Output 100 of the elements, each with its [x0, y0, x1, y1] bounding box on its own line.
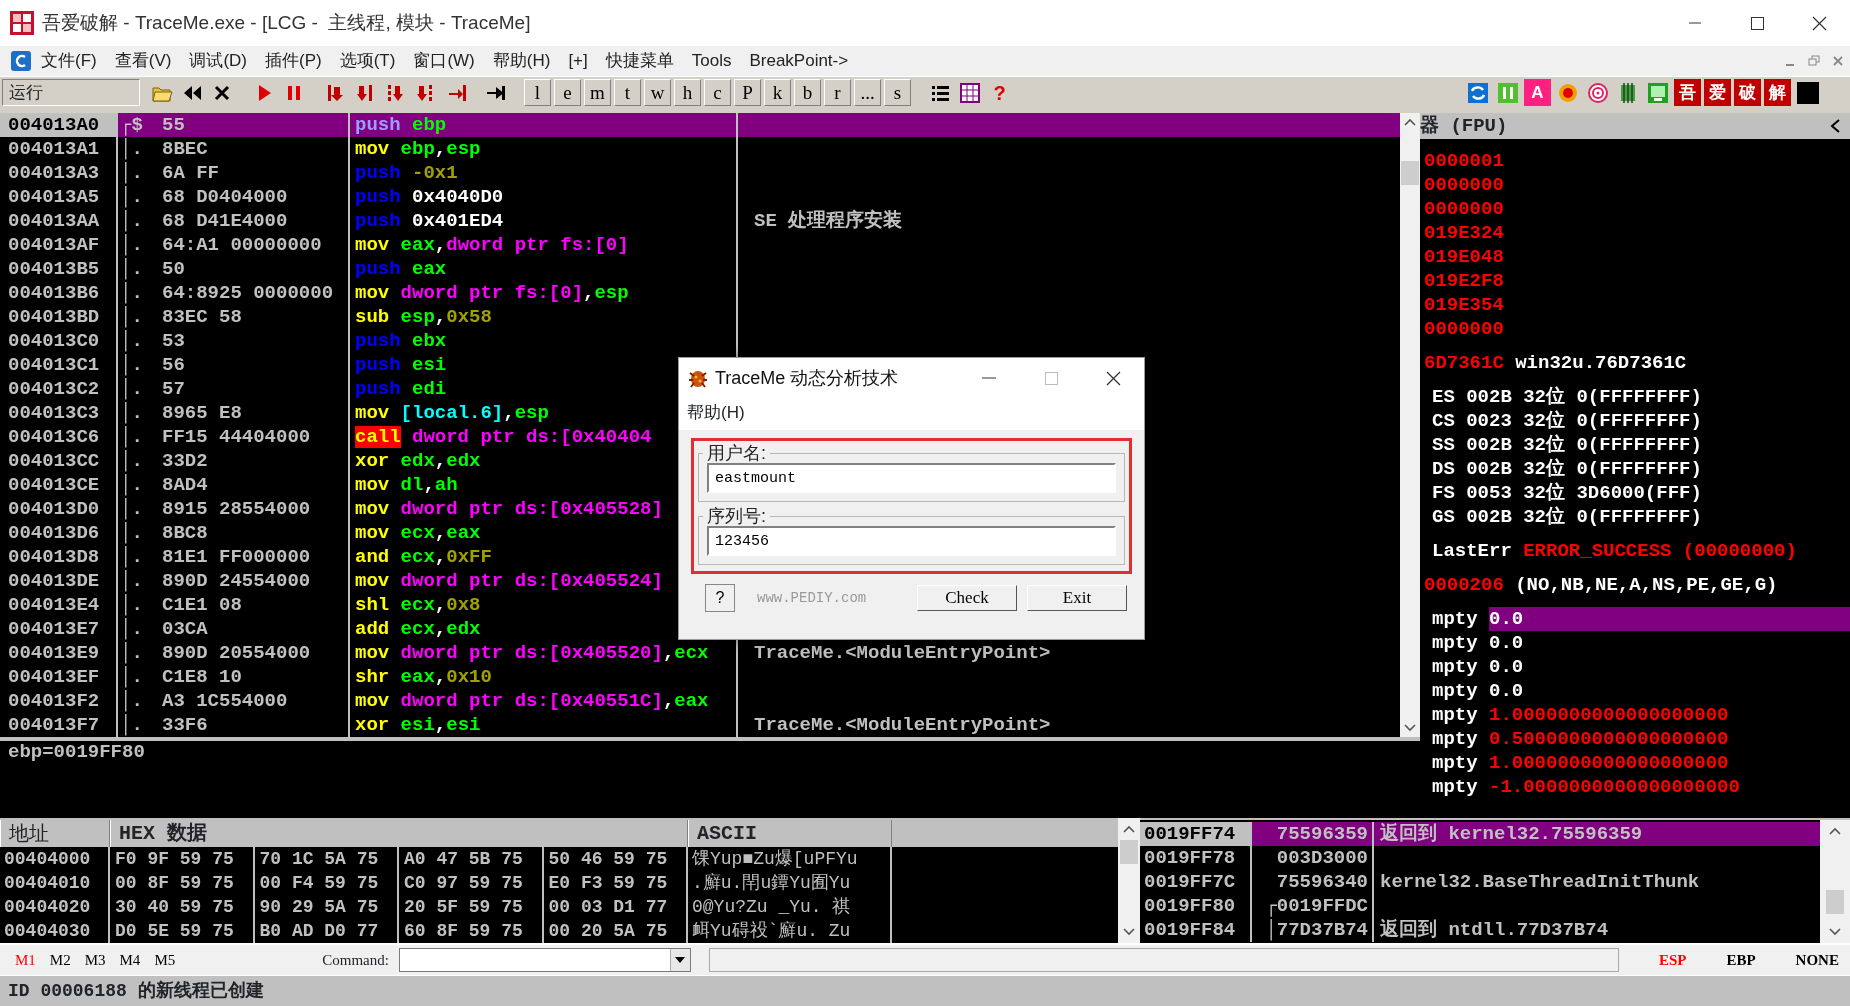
menu-item[interactable]: BreakPoint->	[740, 48, 858, 74]
plugin-button[interactable]: 爱	[1704, 79, 1731, 106]
mark-tab[interactable]: M3	[77, 948, 113, 972]
stack-row[interactable]: 0019FF74 75596359 返回到 kernel32.75596359	[1140, 822, 1820, 846]
close-icon[interactable]	[1104, 369, 1122, 387]
stack-row[interactable]: 0019FF7C 75596340 kernel32.BaseThreadInitThunk	[1140, 870, 1820, 894]
opcode-cell: 6A FF	[162, 161, 350, 185]
toolbar-letter-button[interactable]: m	[584, 79, 611, 106]
menu-item[interactable]: 查看(V)	[105, 48, 181, 74]
close-icon[interactable]	[1810, 14, 1828, 32]
value-cell: ┌0019FFDC	[1252, 894, 1374, 918]
command-field[interactable]	[398, 948, 691, 972]
address-cell: 00404020	[0, 895, 110, 919]
stack-row[interactable]: 0019FF78 003D3000	[1140, 846, 1820, 870]
menu-item[interactable]: 帮助(H)	[483, 48, 560, 74]
menu-item[interactable]: Tools	[682, 48, 741, 74]
collapse-icon[interactable]	[1828, 118, 1842, 134]
mark-tab[interactable]: M4	[112, 948, 148, 972]
address-cell: 0019FF7C	[1140, 870, 1252, 894]
marker-cell-text: │.	[119, 521, 144, 545]
maximize-icon[interactable]	[1748, 14, 1766, 32]
register-value: 0.5000000000000000000	[1489, 728, 1729, 750]
toolbar-letter-button[interactable]: h	[674, 79, 701, 106]
mark-tab[interactable]: M1	[8, 948, 43, 972]
register-value: 0000001	[1424, 149, 1504, 173]
menu-item[interactable]: 选项(T)	[330, 48, 405, 74]
text-field[interactable]: 123456	[707, 526, 1116, 556]
plugin-button[interactable]: 解	[1764, 79, 1791, 106]
comment-cell-text: 返回到 ntdll.77D37B74	[1379, 918, 1610, 942]
toolbar-letter-button[interactable]: b	[794, 79, 821, 106]
address-cell: 004013C6	[0, 425, 118, 449]
register-label: mpty	[1432, 631, 1478, 655]
register-value: 0.0	[1489, 656, 1524, 678]
menu-item[interactable]: 调试(D)	[180, 48, 256, 74]
menu-item[interactable]: 窗口(W)	[404, 48, 484, 74]
toolbar-letter-button[interactable]: t	[614, 79, 641, 106]
toolbar-letter-button[interactable]: k	[764, 79, 791, 106]
address-cell: 0019FF80	[1140, 894, 1252, 918]
dialog-button[interactable]: Exit	[1027, 585, 1127, 611]
register-label: mpty	[1432, 607, 1478, 631]
toolbar-letter-button[interactable]: w	[644, 79, 671, 106]
hex-cell: F0 9F 59 75	[110, 847, 255, 871]
scroll-thumb[interactable]	[1401, 161, 1419, 185]
address-cell: 004013D8	[0, 545, 118, 569]
mode-tab[interactable]: ESP	[1618, 948, 1687, 972]
address-cell: 0019FF74	[1140, 822, 1252, 846]
blank-tile-icon[interactable]	[1794, 79, 1821, 106]
column-header[interactable]: HEX 数据	[110, 820, 688, 847]
toolbar-letter-button[interactable]: s	[884, 79, 911, 106]
scroll-thumb[interactable]	[1120, 840, 1138, 864]
address-cell: 00404000	[0, 847, 110, 871]
address-cell: 004013F2	[0, 689, 118, 713]
register-value: 0000000	[1424, 197, 1504, 221]
help-button[interactable]: ?	[705, 584, 735, 612]
hex-cell: 20 5F 59 75	[399, 895, 544, 919]
register-value: ERROR_SUCCESS (00000000)	[1523, 539, 1797, 563]
instruction-cell: push eax	[350, 257, 738, 281]
opcode-cell: 64:A1 00000000	[162, 233, 350, 257]
marker-cell-text: │.	[119, 257, 144, 281]
document-icon	[10, 50, 32, 72]
stack-row[interactable]: 0019FF80 ┌0019FFDC	[1140, 894, 1820, 918]
marker-cell-text: │.	[119, 665, 144, 689]
mark-tab[interactable]: M5	[147, 948, 183, 972]
dialog-button[interactable]: Check	[917, 585, 1017, 611]
register-value: DS 002B 32位 0(FFFFFFFF)	[1432, 457, 1702, 481]
restore-icon[interactable]	[1807, 54, 1821, 68]
register-value: FS 0053 32位 3D6000(FFF)	[1432, 481, 1702, 505]
toolbar-letter-button[interactable]: e	[554, 79, 581, 106]
column-header[interactable]: ASCII	[688, 820, 892, 847]
toolbar-letter-button[interactable]: P	[734, 79, 761, 106]
register-value: 019E2F8	[1424, 269, 1504, 293]
menu-item[interactable]: [+]	[559, 48, 597, 74]
plugin-button[interactable]: A	[1524, 79, 1551, 106]
opcode-cell: 8BC8	[162, 521, 350, 545]
hex-cell: 50 46 59 75	[543, 847, 688, 871]
mode-tab[interactable]: NONE	[1755, 948, 1839, 972]
scroll-thumb[interactable]	[1826, 890, 1844, 914]
address-cell: 004013E9	[0, 641, 118, 665]
mark-tab[interactable]: M2	[42, 948, 78, 972]
address-cell: 004013D6	[0, 521, 118, 545]
instruction-cell: push ebx	[350, 329, 738, 353]
hex-cell: 70 1C 5A 75	[254, 847, 399, 871]
address-cell: 004013C0	[0, 329, 118, 353]
address-cell: 004013A5	[0, 185, 118, 209]
instruction-cell: mov ebp,esp	[350, 137, 738, 161]
toolbar-letter-button[interactable]: r	[824, 79, 851, 106]
toolbar-letter-button[interactable]: l	[524, 79, 551, 106]
column-header[interactable]: 地址	[0, 820, 110, 847]
toolbar-letter-button[interactable]: ...	[854, 79, 881, 106]
marker-cell-text: │.	[119, 617, 144, 641]
menu-item[interactable]: 文件(F)	[32, 48, 106, 74]
mode-tab[interactable]: EBP	[1686, 948, 1756, 972]
toolbar-letter-button[interactable]: c	[704, 79, 731, 106]
menu-item[interactable]: 快捷菜单	[596, 48, 683, 74]
site-text: www.PEDIY.com	[757, 588, 868, 608]
dropdown-icon[interactable]	[674, 956, 687, 964]
plugin-button[interactable]: 吾	[1674, 79, 1701, 106]
plugin-button[interactable]: 破	[1734, 79, 1761, 106]
menu-item[interactable]: 插件(P)	[256, 48, 331, 74]
text-field[interactable]: eastmount	[707, 463, 1116, 493]
